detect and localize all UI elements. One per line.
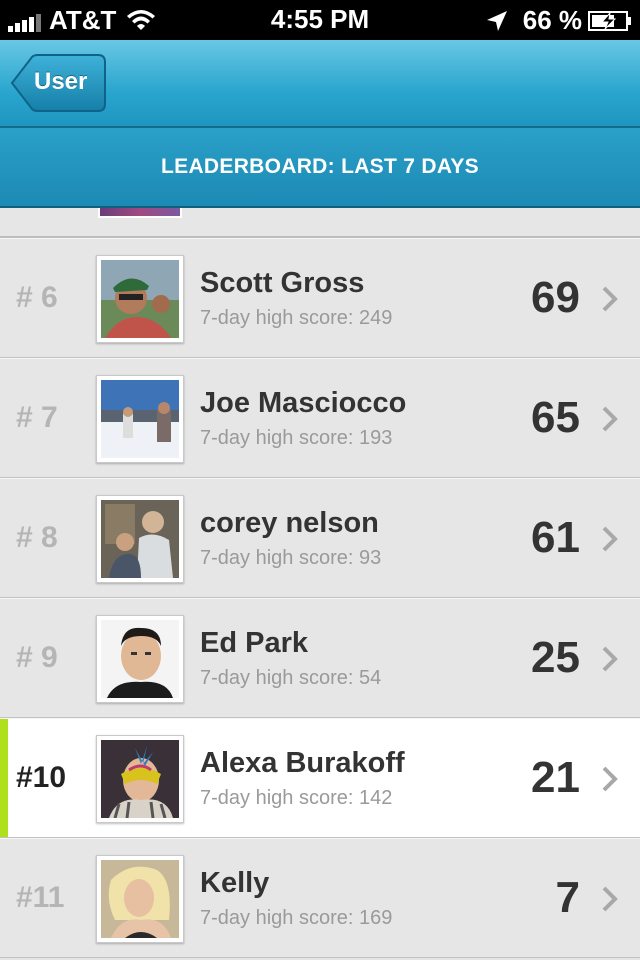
score-value: 7	[555, 873, 580, 922]
avatar	[96, 735, 184, 823]
leaderboard-row-current-user[interactable]: #10 Alexa Burakoff 7-day high score: 142…	[0, 718, 640, 838]
score-value: 69	[531, 273, 580, 322]
high-score-label: 7-day high score: 169	[200, 907, 393, 929]
rank-label: # 7	[16, 401, 58, 434]
player-name: Joe Masciocco	[200, 387, 407, 419]
current-user-indicator	[0, 719, 8, 837]
rank-label: # 9	[16, 641, 58, 674]
leaderboard-row[interactable]: #11 Kelly 7-day high score: 169 7	[0, 838, 640, 958]
chevron-right-icon	[602, 646, 618, 672]
score-value: 21	[531, 753, 580, 802]
leaderboard-title: LEADERBOARD: LAST 7 DAYS	[161, 155, 479, 178]
navigation-bar: User	[0, 40, 640, 128]
score-value: 61	[531, 513, 580, 562]
score-value: 25	[531, 633, 580, 682]
leaderboard-header: LEADERBOARD: LAST 7 DAYS	[0, 128, 640, 208]
chevron-right-icon	[602, 286, 618, 312]
chevron-right-icon	[602, 526, 618, 552]
avatar	[96, 855, 184, 943]
leaderboard-row[interactable]: # 6 Scott Gross 7-day high score: 249 69	[0, 238, 640, 358]
score-value: 65	[531, 393, 580, 442]
player-name: Kelly	[200, 867, 270, 899]
high-score-label: 7-day high score: 249	[200, 307, 393, 329]
chevron-right-icon	[602, 406, 618, 432]
player-name: Alexa Burakoff	[200, 747, 405, 779]
partial-list-item[interactable]	[0, 208, 640, 238]
high-score-label: 7-day high score: 193	[200, 427, 393, 449]
chevron-right-icon	[602, 766, 618, 792]
avatar	[96, 615, 184, 703]
partial-avatar	[98, 208, 182, 218]
high-score-label: 7-day high score: 142	[200, 787, 393, 809]
rank-label: #11	[16, 881, 65, 914]
player-name: Scott Gross	[200, 267, 365, 299]
leaderboard-row[interactable]: # 8 corey nelson 7-day high score: 93 61	[0, 478, 640, 598]
status-bar: AT&T 4:55 PM 66 %	[0, 0, 640, 40]
battery-charging-icon	[588, 10, 631, 31]
rank-label: #10	[16, 761, 67, 794]
avatar	[96, 495, 184, 583]
high-score-label: 7-day high score: 54	[200, 667, 382, 689]
back-button-label: User	[34, 68, 88, 95]
leaderboard-list[interactable]: # 6 Scott Gross 7-day high score: 249 69…	[0, 208, 640, 960]
rank-label: # 6	[16, 281, 58, 314]
location-arrow-icon	[486, 10, 507, 31]
player-name: Ed Park	[200, 627, 308, 659]
high-score-label: 7-day high score: 93	[200, 547, 382, 569]
player-name: corey nelson	[200, 507, 379, 539]
chevron-right-icon	[602, 886, 618, 912]
avatar	[96, 375, 184, 463]
battery-percent: 66 %	[522, 5, 582, 35]
back-button[interactable]: User	[10, 54, 106, 112]
status-right: 66 %	[485, 5, 632, 36]
leaderboard-row[interactable]: # 9 Ed Park 7-day high score: 54 25	[0, 598, 640, 718]
rank-label: # 8	[16, 521, 58, 554]
leaderboard-row[interactable]: # 7 Joe Masciocco 7-day high score: 193 …	[0, 358, 640, 478]
avatar	[96, 255, 184, 343]
